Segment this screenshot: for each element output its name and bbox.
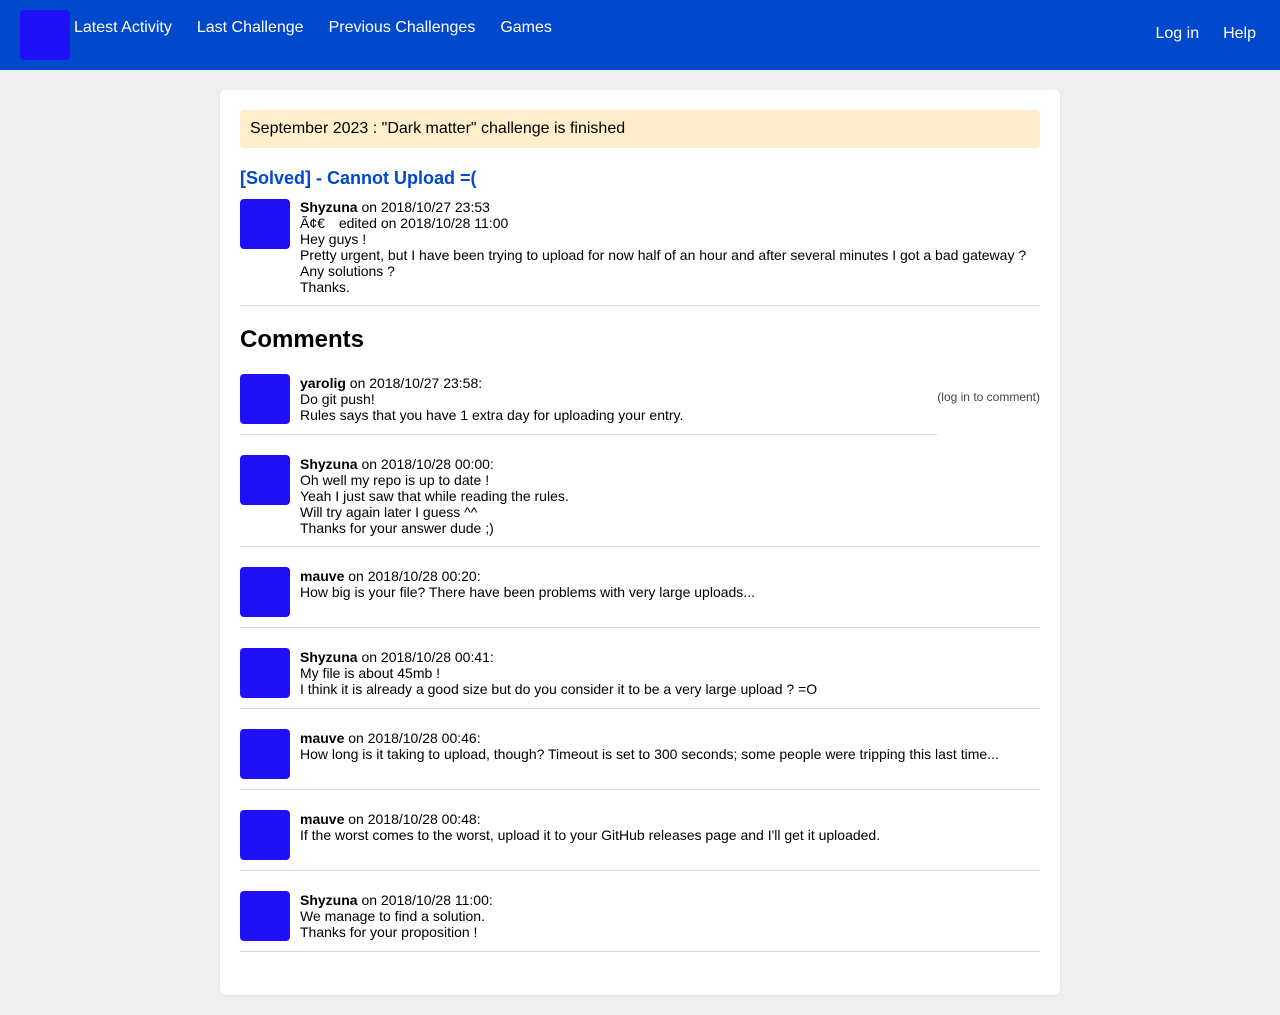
avatar (240, 729, 290, 779)
comment-date: on 2018/10/28 00:48: (344, 811, 481, 827)
comment-line: Thanks for your proposition ! (300, 924, 478, 940)
comments-list: yarolig on 2018/10/27 23:58: Do git push… (240, 374, 1040, 952)
content-card: September 2023 : "Dark matter" challenge… (220, 90, 1060, 995)
avatar (240, 891, 290, 941)
comment-body: Shyzuna on 2018/10/28 00:00: Oh well my … (300, 456, 569, 536)
comment-body: mauve on 2018/10/28 00:46: How long is i… (300, 730, 999, 779)
comment-line: How long is it taking to upload, though?… (300, 746, 999, 762)
comment: yarolig on 2018/10/27 23:58: Do git push… (240, 374, 937, 435)
avatar (240, 567, 290, 617)
comment-line: Rules says that you have 1 extra day for… (300, 407, 684, 423)
comment-line: We manage to find a solution. (300, 908, 485, 924)
comment: Shyzuna on 2018/10/28 00:41: My file is … (240, 648, 1040, 709)
comment-author[interactable]: Shyzuna (300, 892, 358, 908)
comment-line: Oh well my repo is up to date ! (300, 472, 490, 488)
comment-author[interactable]: mauve (300, 730, 344, 746)
post-edit-line: Ã¢€ edited on 2018/10/28 11:00 (300, 215, 1026, 231)
nav-games[interactable]: Games (500, 19, 552, 37)
comment-body: mauve on 2018/10/28 00:20: How big is yo… (300, 568, 755, 617)
comment: mauve on 2018/10/28 00:46: How long is i… (240, 729, 1040, 790)
post-line: Hey guys ! (300, 231, 367, 247)
post-edited-date: edited on 2018/10/28 11:00 (338, 215, 509, 231)
comment-date: on 2018/10/28 00:00: (357, 456, 494, 472)
comment-line: My file is about 45mb ! (300, 665, 441, 681)
comment-line: Yeah I just saw that while reading the r… (300, 488, 569, 504)
original-post: Shyzuna on 2018/10/27 23:53 Ã¢€ edited o… (240, 199, 1040, 306)
comment: Shyzuna on 2018/10/28 11:00: We manage t… (240, 891, 1040, 952)
avatar (240, 374, 290, 424)
comment: mauve on 2018/10/28 00:20: How big is yo… (240, 567, 1040, 628)
comment-date: on 2018/10/27 23:58: (345, 375, 483, 391)
comment-body: Shyzuna on 2018/10/28 00:41: My file is … (300, 649, 817, 698)
nav-previous-challenges[interactable]: Previous Challenges (329, 19, 476, 37)
account-nav: Log in Help (1156, 25, 1257, 43)
comments-heading: Comments (240, 326, 365, 353)
comment-line: I think it is already a good size but do… (300, 681, 818, 697)
comment-line: Do git push! (300, 391, 375, 407)
post-date: on 2018/10/27 23:53 (357, 199, 490, 215)
comment-date: on 2018/10/28 00:46: (344, 730, 481, 746)
post-line: Thanks. (300, 279, 350, 295)
post-line: Pretty urgent, but I have been trying to… (300, 247, 1027, 263)
post-author[interactable]: Shyzuna (300, 199, 358, 215)
comment-date: on 2018/10/28 00:20: (344, 568, 481, 584)
post-title: [Solved] - Cannot Upload =( (240, 168, 477, 188)
comment-line: Will try again later I guess ^^ (300, 504, 478, 520)
avatar (240, 199, 290, 249)
comment-line: How big is your file? There have been pr… (300, 584, 755, 600)
comment-body: mauve on 2018/10/28 00:48: If the worst … (300, 811, 880, 860)
post-line: Any solutions ? (300, 263, 395, 279)
post-edit-prefix: Ã¢€ (300, 215, 325, 231)
challenge-status-banner: September 2023 : "Dark matter" challenge… (240, 110, 1040, 148)
post-meta: Shyzuna on 2018/10/27 23:53 (300, 199, 1026, 215)
login-to-comment-link[interactable]: (log in to comment) (937, 390, 1040, 404)
main-nav: Latest Activity Last Challenge Previous … (74, 19, 577, 37)
avatar (240, 810, 290, 860)
avatar (240, 455, 290, 505)
nav-last-challenge[interactable]: Last Challenge (197, 19, 304, 37)
comment-line: If the worst comes to the worst, upload … (300, 827, 881, 843)
comment-author[interactable]: Shyzuna (300, 456, 358, 472)
nav-latest-activity[interactable]: Latest Activity (74, 19, 172, 37)
comment-date: on 2018/10/28 00:41: (357, 649, 494, 665)
login-link[interactable]: Log in (1156, 25, 1200, 43)
avatar (240, 648, 290, 698)
comment: mauve on 2018/10/28 00:48: If the worst … (240, 810, 1040, 871)
comment-author[interactable]: mauve (300, 568, 344, 584)
site-logo-icon[interactable] (20, 10, 70, 60)
help-link[interactable]: Help (1223, 25, 1256, 43)
comment-line: Thanks for your answer dude ;) (300, 520, 494, 536)
comment-author[interactable]: Shyzuna (300, 649, 358, 665)
comment-author[interactable]: yarolig (300, 375, 346, 391)
comment-date: on 2018/10/28 11:00: (357, 892, 493, 908)
comment: Shyzuna on 2018/10/28 00:00: Oh well my … (240, 455, 1040, 547)
comment-author[interactable]: mauve (300, 811, 344, 827)
comment-body: yarolig on 2018/10/27 23:58: Do git push… (300, 375, 683, 424)
comment-body: Shyzuna on 2018/10/28 11:00: We manage t… (300, 892, 493, 941)
top-navigation-bar: Latest Activity Last Challenge Previous … (0, 0, 1280, 70)
post-body: Shyzuna on 2018/10/27 23:53 Ã¢€ edited o… (300, 199, 1026, 295)
